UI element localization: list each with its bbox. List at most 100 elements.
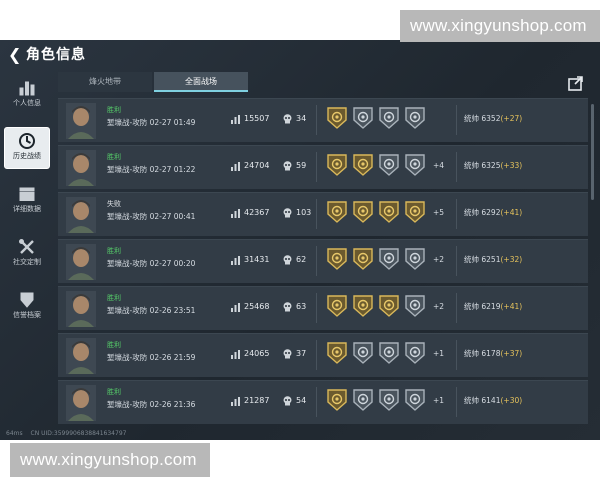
score-icon — [231, 209, 240, 218]
more-medals-count: +2 — [433, 255, 445, 264]
match-row[interactable]: 失败 堑壕战-攻防 02-27 00:41 42367 103 +5 统帅 6292(+4… — [58, 192, 588, 236]
sidebar-item-history[interactable]: 历史战绩 — [4, 127, 50, 169]
watermark-top: www.xingyunshop.com — [400, 10, 600, 42]
match-row[interactable]: 胜利 堑壕战-攻防 02-27 00:20 31431 62 +2 统帅 6251(+32… — [58, 239, 588, 283]
rating-delta: (+41) — [500, 302, 523, 311]
score-icon — [231, 350, 240, 359]
divider — [316, 340, 317, 370]
gold-medal-icon[interactable] — [326, 388, 348, 412]
more-medals-count: +4 — [433, 161, 445, 170]
gold-medal-icon[interactable] — [326, 247, 348, 271]
gold-medal-icon[interactable] — [404, 200, 426, 224]
silver-medal-icon[interactable] — [404, 106, 426, 130]
player-avatar — [66, 244, 96, 280]
silver-medal-icon[interactable] — [404, 341, 426, 365]
silver-medal-icon[interactable] — [352, 388, 374, 412]
match-mode-time: 堑壕战-攻防 02-26 21:36 — [107, 400, 196, 409]
match-rating: 统帅 6251(+32) — [464, 254, 522, 265]
divider — [316, 293, 317, 323]
tab-full-battlefield[interactable]: 全面战场 — [154, 72, 248, 92]
gold-medal-icon[interactable] — [326, 294, 348, 318]
divider — [316, 199, 317, 229]
tab-havoc-zone[interactable]: 烽火地带 — [58, 72, 152, 92]
divider — [456, 340, 457, 370]
match-row[interactable]: 胜利 堑壕战-攻防 02-27 01:22 24704 59 +4 统帅 6325(+33… — [58, 145, 588, 189]
divider — [456, 246, 457, 276]
rating-value: 统帅 6292 — [464, 208, 501, 217]
silver-medal-icon[interactable] — [404, 247, 426, 271]
silver-medal-icon[interactable] — [378, 341, 400, 365]
gold-medal-icon[interactable] — [326, 200, 348, 224]
match-rating: 统帅 6219(+41) — [464, 301, 522, 312]
match-score: 25468 — [244, 302, 270, 311]
sidebar-item-label: 个人信息 — [13, 99, 41, 107]
gold-medal-icon[interactable] — [352, 153, 374, 177]
sidebar-item-label: 信誉档案 — [13, 311, 41, 319]
gold-medal-icon[interactable] — [326, 153, 348, 177]
rating-delta: (+33) — [500, 161, 523, 170]
match-result: 失败 — [107, 200, 121, 208]
rating-delta: (+27) — [500, 114, 523, 123]
gold-medal-icon[interactable] — [378, 294, 400, 318]
skull-icon — [283, 161, 292, 171]
gold-medal-icon[interactable] — [378, 200, 400, 224]
sidebar-item-label: 社交定制 — [13, 258, 41, 266]
sidebar-item-social[interactable]: 社交定制 — [4, 233, 50, 275]
rating-delta: (+37) — [500, 349, 523, 358]
player-avatar — [66, 150, 96, 186]
divider — [316, 387, 317, 417]
match-result: 胜利 — [107, 153, 121, 161]
silver-medal-icon[interactable] — [404, 388, 426, 412]
sidebar-item-reputation[interactable]: 信誉档案 — [4, 286, 50, 328]
skull-icon — [283, 349, 292, 359]
match-row[interactable]: 胜利 堑壕战-攻防 02-27 01:49 15507 34 统帅 6352(+27) — [58, 98, 588, 142]
bar-chart-icon — [19, 81, 35, 96]
rating-value: 统帅 6352 — [464, 114, 501, 123]
match-kills: 54 — [296, 396, 307, 405]
silver-medal-icon[interactable] — [378, 106, 400, 130]
match-result: 胜利 — [107, 294, 121, 302]
watermark-bottom: www.xingyunshop.com — [10, 443, 210, 477]
silver-medal-icon[interactable] — [378, 153, 400, 177]
skull-icon — [283, 396, 292, 406]
gold-medal-icon[interactable] — [352, 200, 374, 224]
player-avatar — [66, 197, 96, 233]
gold-medal-icon[interactable] — [352, 247, 374, 271]
gold-medal-icon[interactable] — [326, 106, 348, 130]
match-result: 胜利 — [107, 247, 121, 255]
gold-medal-icon[interactable] — [326, 341, 348, 365]
sidebar-item-profile[interactable]: 个人信息 — [4, 74, 50, 116]
match-row[interactable]: 胜利 堑壕战-攻防 02-26 21:36 21287 54 +1 统帅 6141(+30… — [58, 380, 588, 424]
back-arrow-icon[interactable]: ❮ — [8, 46, 22, 64]
rating-value: 统帅 6141 — [464, 396, 501, 405]
divider — [456, 105, 457, 135]
match-mode-time: 堑壕战-攻防 02-27 00:41 — [107, 212, 196, 221]
match-kills: 37 — [296, 349, 307, 358]
scrollbar[interactable] — [591, 104, 594, 200]
silver-medal-icon[interactable] — [404, 294, 426, 318]
silver-medal-icon[interactable] — [378, 388, 400, 412]
skull-icon — [283, 302, 292, 312]
match-result: 胜利 — [107, 106, 121, 114]
match-row[interactable]: 胜利 堑壕战-攻防 02-26 23:51 25468 63 +2 统帅 6219(+41… — [58, 286, 588, 330]
share-icon[interactable] — [567, 74, 585, 92]
silver-medal-icon[interactable] — [404, 153, 426, 177]
silver-medal-icon[interactable] — [378, 247, 400, 271]
divider — [316, 105, 317, 135]
rating-value: 统帅 6178 — [464, 349, 501, 358]
score-icon — [231, 256, 240, 265]
gold-medal-icon[interactable] — [352, 294, 374, 318]
match-score: 24065 — [244, 349, 270, 358]
folder-icon — [19, 187, 35, 201]
game-window: ❮ 角色信息 个人信息 历史战绩 详细数据 社交定制 信誉档案 烽火地带 全面战… — [0, 40, 600, 440]
match-row[interactable]: 胜利 堑壕战-攻防 02-26 21:59 24065 37 +1 统帅 6178(+37… — [58, 333, 588, 377]
match-kills: 62 — [296, 255, 307, 264]
silver-medal-icon[interactable] — [352, 106, 374, 130]
match-mode-time: 堑壕战-攻防 02-27 00:20 — [107, 259, 196, 268]
uid-text: CN UID:3599906838841634797 — [30, 430, 127, 437]
mode-tabs: 烽火地带 全面战场 — [58, 72, 248, 92]
silver-medal-icon[interactable] — [352, 341, 374, 365]
match-mode-time: 堑壕战-攻防 02-26 23:51 — [107, 306, 196, 315]
match-rating: 统帅 6141(+30) — [464, 395, 522, 406]
sidebar-item-details[interactable]: 详细数据 — [4, 180, 50, 222]
